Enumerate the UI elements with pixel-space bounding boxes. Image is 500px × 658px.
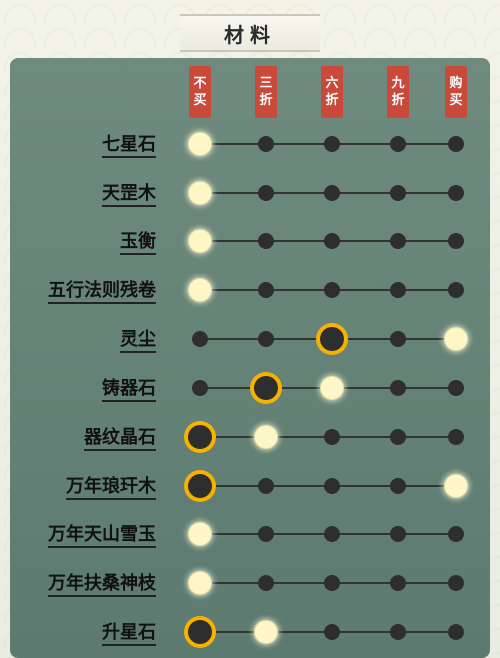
column-header-0: 不买 — [189, 66, 211, 118]
column-header-char-bottom: 买 — [449, 93, 463, 108]
option-radio-1-4[interactable] — [448, 185, 464, 201]
option-radio-7-4[interactable] — [445, 475, 467, 497]
material-label-text: 升星石 — [102, 618, 156, 646]
column-header-char-top: 购 — [449, 76, 463, 91]
material-label: 升星石 — [0, 618, 156, 647]
option-radio-9-1[interactable] — [258, 575, 274, 591]
option-radio-0-3[interactable] — [390, 136, 406, 152]
material-label-text: 万年扶桑神枝 — [48, 569, 156, 597]
option-radio-9-0[interactable] — [189, 572, 211, 594]
material-label: 玉衡 — [0, 227, 156, 256]
option-radio-10-4[interactable] — [448, 624, 464, 640]
option-radio-1-1[interactable] — [258, 185, 274, 201]
option-radio-6-3[interactable] — [390, 429, 406, 445]
option-radio-3-0[interactable] — [189, 279, 211, 301]
option-radio-5-4[interactable] — [448, 380, 464, 396]
option-radio-10-2[interactable] — [324, 624, 340, 640]
option-radio-8-4[interactable] — [448, 526, 464, 542]
material-label: 万年天山雪玉 — [0, 520, 156, 549]
column-header-char-top: 不 — [193, 76, 207, 91]
option-radio-2-4[interactable] — [448, 233, 464, 249]
column-header-3: 九折 — [387, 66, 409, 118]
option-radio-7-3[interactable] — [390, 478, 406, 494]
option-radio-0-1[interactable] — [258, 136, 274, 152]
option-radio-5-0[interactable] — [192, 380, 208, 396]
option-radio-4-4[interactable] — [445, 328, 467, 350]
option-radio-3-1[interactable] — [258, 282, 274, 298]
option-radio-1-3[interactable] — [390, 185, 406, 201]
material-label-text: 玉衡 — [120, 227, 156, 255]
option-radio-6-2[interactable] — [324, 429, 340, 445]
option-radio-3-2[interactable] — [324, 282, 340, 298]
material-label: 灵尘 — [0, 325, 156, 354]
option-radio-2-3[interactable] — [390, 233, 406, 249]
material-label: 铸器石 — [0, 374, 156, 403]
option-radio-0-4[interactable] — [448, 136, 464, 152]
option-radio-9-4[interactable] — [448, 575, 464, 591]
material-label: 天罡木 — [0, 179, 156, 208]
column-header-char-bottom: 折 — [391, 93, 405, 108]
material-label: 万年扶桑神枝 — [0, 569, 156, 598]
option-radio-1-2[interactable] — [324, 185, 340, 201]
option-radio-10-1[interactable] — [255, 621, 277, 643]
material-label-text: 天罡木 — [102, 179, 156, 207]
material-label-text: 灵尘 — [120, 325, 156, 353]
option-radio-0-2[interactable] — [324, 136, 340, 152]
material-label-text: 器纹晶石 — [84, 423, 156, 451]
option-radio-7-1[interactable] — [258, 478, 274, 494]
option-radio-2-1[interactable] — [258, 233, 274, 249]
column-header-1: 三折 — [255, 66, 277, 118]
option-radio-8-2[interactable] — [324, 526, 340, 542]
column-header-char-top: 六 — [325, 76, 339, 91]
option-radio-8-1[interactable] — [258, 526, 274, 542]
column-header-char-bottom: 折 — [259, 93, 273, 108]
material-label-text: 铸器石 — [102, 374, 156, 402]
option-radio-5-3[interactable] — [390, 380, 406, 396]
option-radio-3-3[interactable] — [390, 282, 406, 298]
option-radio-8-0[interactable] — [189, 523, 211, 545]
column-header-char-top: 三 — [259, 76, 273, 91]
material-label: 器纹晶石 — [0, 423, 156, 452]
column-header-2: 六折 — [321, 66, 343, 118]
option-radio-9-2[interactable] — [324, 575, 340, 591]
material-label-text: 万年琅玕木 — [66, 472, 156, 500]
option-radio-3-4[interactable] — [448, 282, 464, 298]
option-radio-1-0[interactable] — [189, 182, 211, 204]
option-radio-10-3[interactable] — [390, 624, 406, 640]
option-radio-5-2[interactable] — [321, 377, 343, 399]
material-label-text: 万年天山雪玉 — [48, 520, 156, 548]
option-radio-4-2[interactable] — [320, 327, 344, 351]
option-radio-4-1[interactable] — [258, 331, 274, 347]
option-radio-2-0[interactable] — [189, 230, 211, 252]
material-label-text: 七星石 — [102, 130, 156, 158]
page-title: 材料 — [180, 14, 320, 52]
material-label-text: 五行法则残卷 — [48, 276, 156, 304]
column-header-char-top: 九 — [391, 76, 405, 91]
option-radio-10-0[interactable] — [188, 620, 212, 644]
option-radio-4-3[interactable] — [390, 331, 406, 347]
option-radio-6-1[interactable] — [255, 426, 277, 448]
option-radio-9-3[interactable] — [390, 575, 406, 591]
option-radio-8-3[interactable] — [390, 526, 406, 542]
column-header-char-bottom: 买 — [193, 93, 207, 108]
material-label: 七星石 — [0, 130, 156, 159]
option-radio-0-0[interactable] — [189, 133, 211, 155]
column-header-4: 购买 — [445, 66, 467, 118]
option-radio-2-2[interactable] — [324, 233, 340, 249]
material-label: 万年琅玕木 — [0, 472, 156, 501]
material-label: 五行法则残卷 — [0, 276, 156, 305]
column-header-char-bottom: 折 — [325, 93, 339, 108]
option-radio-5-1[interactable] — [254, 376, 278, 400]
option-radio-7-2[interactable] — [324, 478, 340, 494]
option-radio-6-4[interactable] — [448, 429, 464, 445]
option-radio-7-0[interactable] — [188, 474, 212, 498]
option-radio-6-0[interactable] — [188, 425, 212, 449]
option-radio-4-0[interactable] — [192, 331, 208, 347]
